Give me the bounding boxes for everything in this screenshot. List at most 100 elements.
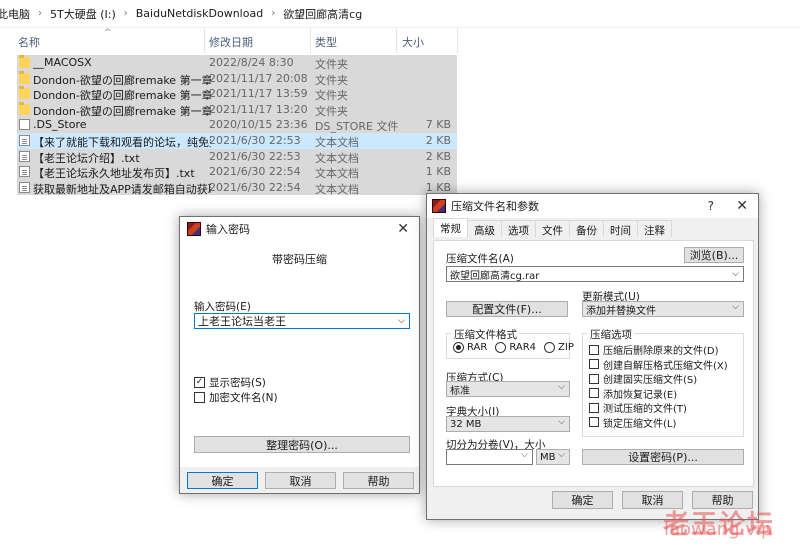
column-divider[interactable] (204, 28, 205, 53)
radio-icon (544, 342, 556, 353)
archive-option-3[interactable]: 添加恢复记录(E) (589, 386, 677, 401)
chevron-right-icon: › (271, 8, 276, 19)
table-row[interactable]: Dondon-欲望の回廊remake 第一章 淫...2021/11/17 13… (17, 101, 457, 118)
file-type: 文本文档 (315, 151, 359, 165)
column-divider[interactable] (396, 28, 397, 53)
archive-option-0[interactable]: 压缩后删除原来的文件(D) (589, 342, 719, 357)
address-bar[interactable]: 此电脑 › 5T大硬盘 (I:) › BaiduNetdiskDownload › 欲… (0, 0, 800, 28)
ok-button[interactable]: 确定 (187, 472, 258, 489)
file-date: 2021/11/17 13:20 (209, 102, 308, 116)
tab-bar: 常规 高级 选项 文件 备份 时间 注释 (433, 218, 672, 237)
tab-3[interactable]: 文件 (535, 220, 570, 237)
archive-dialog-title: 压缩文件名和参数 (451, 200, 539, 213)
file-name: 【老王论坛永久地址发布页】.txt (33, 167, 195, 181)
organize-passwords-button[interactable]: 整理密码(O)... (194, 436, 410, 453)
table-row[interactable]: Dondon-欲望の回廊remake 第一章 淫...2021/11/17 20… (17, 70, 457, 87)
tab-panel-general: 压缩文件名(A) 浏览(B)... 欲望回廊高清cg.rar ⌵ 配置文件(F)… (433, 240, 754, 487)
browse-button[interactable]: 浏览(B)... (684, 247, 744, 263)
breadcrumb-0[interactable]: 此电脑 (0, 6, 33, 22)
format-radio-2[interactable]: ZIP (544, 342, 574, 353)
chevron-right-icon: › (123, 8, 128, 19)
format-label: RAR4 (509, 342, 537, 353)
tab-5[interactable]: 时间 (603, 220, 638, 237)
show-password-checkbox[interactable]: ✓ 显示密码(S) (194, 375, 266, 390)
breadcrumb-3[interactable]: 欲望回廊高清cg (280, 6, 365, 22)
file-type: 文件夹 (315, 104, 348, 118)
watermark-url: laowang.vip (664, 519, 773, 540)
dictionary-size-select[interactable]: 32 MB ⌵ (446, 416, 570, 432)
archive-dialog-titlebar[interactable]: 压缩文件名和参数 ? ✕ (427, 194, 758, 218)
file-date: 2021/6/30 22:53 (209, 149, 301, 163)
archive-option-label: 锁定压缩文件(L) (603, 418, 677, 430)
column-name[interactable]: 名称 (18, 34, 40, 50)
tab-4[interactable]: 备份 (569, 220, 604, 237)
tab-2[interactable]: 选项 (501, 220, 536, 237)
chevron-down-icon[interactable]: ⌵ (732, 269, 739, 279)
archive-option-label: 测试压缩的文件(T) (603, 404, 687, 415)
radio-icon (495, 342, 507, 353)
tab-1[interactable]: 高级 (467, 220, 502, 237)
column-type[interactable]: 类型 (315, 34, 337, 50)
archive-options-group: 压缩选项 压缩后删除原来的文件(D) 创建自解压格式压缩文件(X) 创建固实压缩文件… (582, 327, 744, 437)
file-type: 文件夹 (315, 89, 348, 103)
table-row[interactable]: .DS_Store 2020/10/15 23:36 DS_STORE 文件 7 KB (17, 117, 457, 133)
chevron-down-icon: ⌵ (558, 417, 565, 427)
file-name: 【来了就能下载和观看的论坛，纯免费!... (33, 135, 211, 149)
close-icon[interactable]: ✕ (397, 221, 409, 237)
table-row[interactable]: 【来了就能下载和观看的论坛，纯免费!...2021/6/30 22:53 文本文档… (17, 132, 457, 149)
column-divider[interactable] (310, 28, 311, 53)
compression-method-select[interactable]: 标准 ⌵ (446, 381, 570, 397)
password-dialog-titlebar[interactable]: 输入密码 ✕ (180, 217, 419, 241)
table-row[interactable]: Dondon-欲望の回廊remake 第一章 淫...2021/11/17 13… (17, 86, 457, 102)
split-size-input[interactable]: ⌵ (446, 449, 533, 465)
encrypt-names-checkbox[interactable]: 加密文件名(N) (194, 390, 278, 405)
cancel-button[interactable]: 取消 (265, 472, 336, 489)
file-date: 2021/6/30 22:54 (209, 180, 301, 194)
table-row[interactable]: 【老王论坛永久地址发布页】.txt 2021/6/30 22:54 文本文档 1 KB (17, 164, 457, 180)
password-dialog: 输入密码 ✕ 带密码压缩 输入密码(E) 上老王论坛当老王 ⌵ ✓ 显示密码(S)… (179, 216, 420, 494)
archive-option-2[interactable]: 创建固实压缩文件(S) (589, 371, 697, 386)
file-date: 2021/6/30 22:53 (209, 133, 301, 147)
profiles-button[interactable]: 配置文件(F)... (446, 301, 568, 317)
table-row[interactable]: __MACOSX 2022/8/24 8:30 文件夹 (17, 55, 457, 71)
format-radio-1[interactable]: RAR4 (495, 342, 536, 353)
archive-option-4[interactable]: 测试压缩的文件(T) (589, 400, 687, 415)
breadcrumb-1[interactable]: 5T大硬盘 (I:) (47, 6, 119, 22)
chevron-down-icon[interactable]: ⌵ (398, 316, 405, 326)
file-date: 2021/11/17 20:08 (209, 71, 308, 85)
blank-file-icon (19, 119, 30, 131)
split-unit-select[interactable]: MB ⌵ (536, 449, 570, 465)
update-mode-select[interactable]: 添加并替换文件 ⌵ (582, 301, 744, 317)
file-date: 2020/10/15 23:36 (209, 118, 308, 132)
format-radio-0[interactable]: RAR (453, 342, 487, 353)
column-size[interactable]: 大小 (402, 34, 424, 50)
chevron-right-icon: › (38, 8, 42, 19)
archive-option-5[interactable]: 锁定压缩文件(L) (589, 415, 676, 430)
file-name: 【老王论坛介绍】.txt (33, 151, 140, 165)
tab-0[interactable]: 常规 (433, 218, 468, 237)
set-password-button[interactable]: 设置密码(P)... (582, 449, 744, 465)
breadcrumb-2[interactable]: BaiduNetdiskDownload (133, 7, 266, 20)
archive-option-label: 压缩后删除原来的文件(D) (603, 346, 719, 357)
archive-format-label: 压缩文件格式 (452, 327, 519, 342)
archive-name-input[interactable]: 欲望回廊高清cg.rar ⌵ (446, 266, 744, 282)
help-icon[interactable]: ? (708, 199, 714, 213)
ok-button[interactable]: 确定 (552, 491, 613, 509)
text-file-icon (19, 150, 30, 162)
password-input[interactable]: 上老王论坛当老王 ⌵ (194, 313, 410, 329)
winrar-icon (432, 199, 446, 213)
table-row[interactable]: 【老王论坛介绍】.txt 2021/6/30 22:53 文本文档 2 KB (17, 148, 457, 165)
table-row[interactable]: 获取最新地址及APP请发邮箱自动获取.txt2021/6/30 22:54 文本文… (17, 179, 457, 196)
split-unit-value: MB (540, 451, 556, 463)
password-input-value: 上老王论坛当老王 (198, 315, 286, 328)
column-date[interactable]: 修改日期 (209, 34, 253, 50)
tab-6[interactable]: 注释 (637, 220, 672, 237)
column-divider[interactable] (457, 28, 458, 53)
help-button[interactable]: 帮助 (343, 472, 414, 489)
text-file-icon (19, 181, 30, 193)
dictionary-size-value: 32 MB (450, 418, 482, 430)
file-type: DS_STORE 文件 (315, 120, 399, 134)
close-icon[interactable]: ✕ (736, 198, 748, 214)
archive-option-1[interactable]: 创建自解压格式压缩文件(X) (589, 357, 728, 372)
archive-option-label: 创建自解压格式压缩文件(X) (603, 360, 728, 372)
